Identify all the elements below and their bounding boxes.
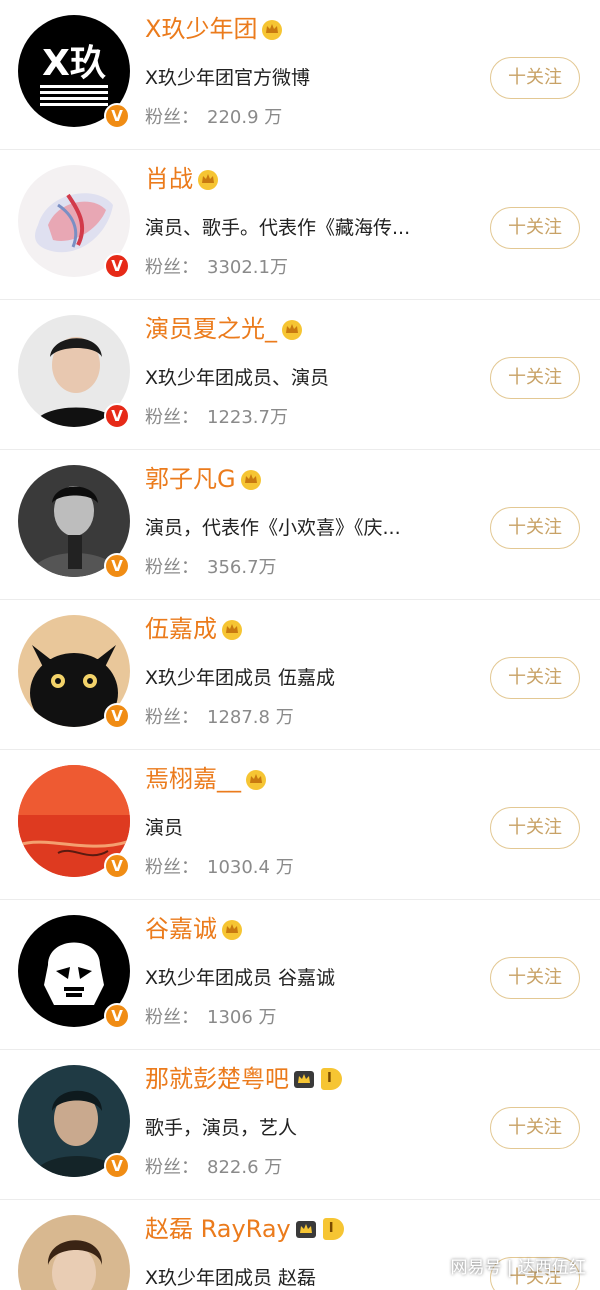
user-name[interactable]: 那就彭楚粤吧 I xyxy=(145,1062,342,1096)
fans-count: 粉丝： 356.7万 xyxy=(145,553,277,579)
verified-icon: V xyxy=(104,403,130,429)
fans-count: 粉丝： 822.6 万 xyxy=(145,1153,282,1179)
fans-value: 220.9 万 xyxy=(207,107,283,128)
user-name[interactable]: 伍嘉成 xyxy=(145,612,243,646)
verified-icon: V xyxy=(104,253,130,279)
level-badge: I xyxy=(321,1068,342,1090)
follow-label: 十关注 xyxy=(508,817,562,838)
fans-count: 粉丝： 220.9 万 xyxy=(145,103,282,129)
user-name-text[interactable]: 赵磊 RayRay xyxy=(145,1212,291,1246)
follow-label: 十关注 xyxy=(508,67,562,88)
user-name[interactable]: 焉栩嘉__ xyxy=(145,762,267,796)
user-description: X玖少年团官方微博 xyxy=(145,67,311,89)
fans-label: 粉丝： xyxy=(145,557,199,578)
user-description: X玖少年团成员、演员 xyxy=(145,367,330,389)
fans-value: 1030.4 万 xyxy=(207,857,294,878)
user-name-text[interactable]: 谷嘉诚 xyxy=(145,912,217,946)
user-name-text[interactable]: 那就彭楚粤吧 xyxy=(145,1062,289,1096)
fans-label: 粉丝： xyxy=(145,407,199,428)
follow-label: 十关注 xyxy=(508,967,562,988)
user-description: X玖少年团成员 伍嘉成 xyxy=(145,667,336,689)
user-description: 演员、歌手。代表作《藏海传... xyxy=(145,217,411,239)
fans-value: 3302.1万 xyxy=(207,257,288,278)
avatar[interactable] xyxy=(18,1215,130,1290)
fans-value: 1306 万 xyxy=(207,1007,277,1028)
follow-button[interactable]: 十关注 xyxy=(490,657,580,699)
follow-label: 十关注 xyxy=(508,1117,562,1138)
user-name-text[interactable]: 焉栩嘉__ xyxy=(145,762,241,796)
user-name-text[interactable]: X玖少年团 xyxy=(145,12,257,46)
user-name-text[interactable]: 郭子凡G xyxy=(145,462,236,496)
user-name-text[interactable]: 肖战 xyxy=(145,162,193,196)
user-name-text[interactable]: 演员夏之光_ xyxy=(145,312,277,346)
verified-icon: V xyxy=(104,553,130,579)
user-description: X玖少年团成员 赵磊 xyxy=(145,1267,317,1289)
user-name[interactable]: X玖少年团 xyxy=(145,12,283,46)
follow-button[interactable]: 十关注 xyxy=(490,957,580,999)
follow-label: 十关注 xyxy=(508,667,562,688)
fans-count: 粉丝： 1287.8 万 xyxy=(145,703,294,729)
list-item[interactable]: V 焉栩嘉__ 演员 粉丝： 1030.4 万 十关注 xyxy=(0,750,600,900)
verified-icon: V xyxy=(104,703,130,729)
fans-value: 822.6 万 xyxy=(207,1157,283,1178)
crown-icon xyxy=(222,620,242,640)
follow-label: 十关注 xyxy=(508,367,562,388)
fans-label: 粉丝： xyxy=(145,257,199,278)
verified-icon: V xyxy=(104,1003,130,1029)
fans-label: 粉丝： xyxy=(145,107,199,128)
list-item[interactable]: V 伍嘉成 X玖少年团成员 伍嘉成 粉丝： 1287.8 万 十关注 xyxy=(0,600,600,750)
crown-icon xyxy=(222,920,242,940)
fans-label: 粉丝： xyxy=(145,1007,199,1028)
user-description: 演员 xyxy=(145,817,184,839)
fans-label: 粉丝： xyxy=(145,707,199,728)
fans-count: 粉丝： 1030.4 万 xyxy=(145,853,294,879)
crown-icon xyxy=(246,770,266,790)
watermark-text: 网易号 | 达西伍红 xyxy=(450,1258,586,1278)
crown-icon xyxy=(295,1221,316,1238)
avatar-image-portrait-light xyxy=(18,1215,130,1290)
follow-button[interactable]: 十关注 xyxy=(490,57,580,99)
user-name[interactable]: 郭子凡G xyxy=(145,462,262,496)
user-description: 演员，代表作《小欢喜》《庆... xyxy=(145,517,401,539)
follow-button[interactable]: 十关注 xyxy=(490,807,580,849)
list-item[interactable]: V 谷嘉诚 X玖少年团成员 谷嘉诚 粉丝： 1306 万 十关注 xyxy=(0,900,600,1050)
list-item[interactable]: V 郭子凡G 演员，代表作《小欢喜》《庆... 粉丝： 356.7万 十关注 xyxy=(0,450,600,600)
svg-text:X玖: X玖 xyxy=(42,43,106,84)
user-name[interactable]: 赵磊 RayRay I xyxy=(145,1212,344,1246)
list-item[interactable]: X玖 V X玖少年团 X玖少年团官方微博 粉丝： 220.9 万 十关注 xyxy=(0,0,600,150)
fans-value: 1223.7万 xyxy=(207,407,288,428)
crown-icon xyxy=(198,170,218,190)
follow-label: 十关注 xyxy=(508,517,562,538)
fans-count: 粉丝： 3302.1万 xyxy=(145,253,288,279)
crown-icon xyxy=(262,20,283,40)
user-name-text[interactable]: 伍嘉成 xyxy=(145,612,217,646)
crown-icon xyxy=(240,470,261,490)
verified-icon: V xyxy=(104,103,130,129)
fans-count: 粉丝： 1306 万 xyxy=(145,1003,277,1029)
verified-icon: V xyxy=(104,853,130,879)
list-item[interactable]: V 肖战 演员、歌手。代表作《藏海传... 粉丝： 3302.1万 十关注 xyxy=(0,150,600,300)
level-badge: I xyxy=(322,1218,344,1240)
user-name[interactable]: 肖战 xyxy=(145,162,219,196)
user-description: 歌手，演员，艺人 xyxy=(145,1117,298,1139)
follow-button[interactable]: 十关注 xyxy=(490,357,580,399)
follow-label: 十关注 xyxy=(508,217,562,238)
fans-count: 粉丝： 1223.7万 xyxy=(145,403,288,429)
fans-value: 1287.8 万 xyxy=(207,707,294,728)
list-item[interactable]: V 那就彭楚粤吧 I 歌手，演员，艺人 粉丝： 822.6 万 十关注 xyxy=(0,1050,600,1200)
crown-icon xyxy=(282,320,302,340)
follow-button[interactable]: 十关注 xyxy=(490,207,580,249)
user-name[interactable]: 谷嘉诚 xyxy=(145,912,243,946)
user-description: X玖少年团成员 谷嘉诚 xyxy=(145,967,336,989)
fans-label: 粉丝： xyxy=(145,857,199,878)
fans-value: 356.7万 xyxy=(207,557,277,578)
fans-label: 粉丝： xyxy=(145,1157,199,1178)
list-item[interactable]: V 演员夏之光_ X玖少年团成员、演员 粉丝： 1223.7万 十关注 xyxy=(0,300,600,450)
verified-icon: V xyxy=(104,1153,130,1179)
user-name[interactable]: 演员夏之光_ xyxy=(145,312,303,346)
follow-button[interactable]: 十关注 xyxy=(490,1107,580,1149)
crown-icon xyxy=(294,1071,314,1088)
follow-button[interactable]: 十关注 xyxy=(490,507,580,549)
